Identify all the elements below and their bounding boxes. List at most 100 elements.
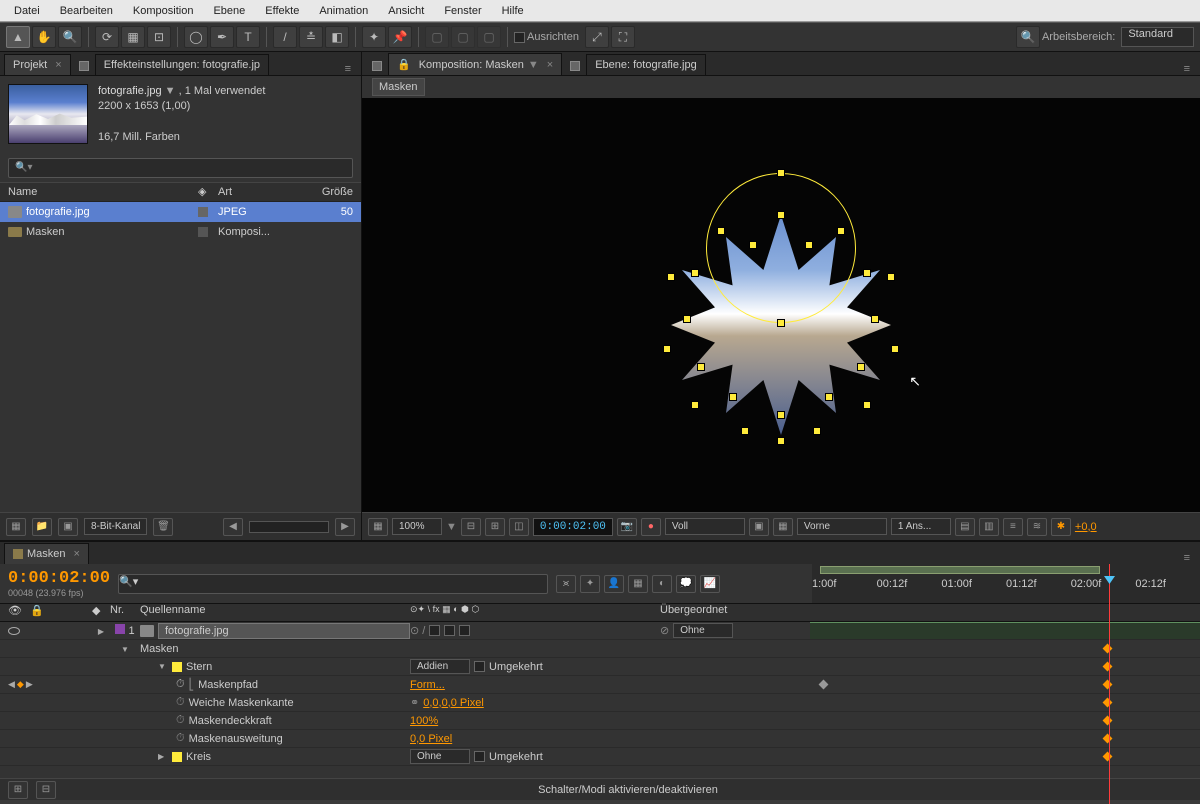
mask-vertex[interactable] — [825, 393, 833, 401]
snap2-icon[interactable]: ⛶ — [611, 26, 635, 48]
mask-vertex[interactable] — [777, 437, 785, 445]
label-icon[interactable] — [198, 227, 208, 237]
keyframe[interactable] — [819, 680, 829, 690]
work-area-bar[interactable] — [820, 566, 1100, 574]
frame-blend-icon[interactable]: ▦ — [628, 575, 648, 593]
stopwatch-icon[interactable]: ⏱ — [176, 696, 185, 709]
puppet-tool-icon[interactable]: 📌 — [388, 26, 412, 48]
resolution-select[interactable]: Voll — [665, 518, 745, 535]
playhead[interactable] — [1109, 564, 1110, 804]
twist-icon[interactable]: ▶ — [158, 752, 168, 761]
mask-vertex[interactable] — [663, 345, 671, 353]
keyframe-marker[interactable] — [1103, 734, 1113, 744]
menu-ansicht[interactable]: Ansicht — [380, 2, 432, 20]
menu-ebene[interactable]: Ebene — [205, 2, 253, 20]
mask-vertex[interactable] — [683, 315, 691, 323]
align-checkbox[interactable] — [514, 32, 525, 43]
mask-color-icon[interactable] — [172, 662, 182, 672]
keyframe-marker[interactable] — [1103, 752, 1113, 762]
shape-tool-icon[interactable]: ◯ — [184, 26, 208, 48]
property-row[interactable]: ⏱ Maskendeckkraft 100% — [0, 712, 1200, 730]
property-row[interactable]: ⏱ Maskenausweitung 0,0 Pixel — [0, 730, 1200, 748]
toggle-switches-label[interactable]: Schalter/Modi aktivieren/deaktivieren — [538, 784, 718, 796]
roto-tool-icon[interactable]: ✦ — [362, 26, 386, 48]
motion-blur-icon[interactable]: ◐ — [652, 575, 672, 593]
mask-vertex[interactable] — [813, 427, 821, 435]
folder-icon[interactable]: 📁 — [32, 518, 52, 536]
stopwatch-icon[interactable]: ⏱ — [176, 714, 185, 727]
brainstorm-icon[interactable]: 💭 — [676, 575, 696, 593]
bit-depth-select[interactable]: 8-Bit-Kanal — [84, 518, 147, 535]
transparency-icon[interactable]: ▦ — [773, 518, 793, 536]
camera-tool-icon[interactable]: ▦ — [121, 26, 145, 48]
inverted-checkbox[interactable] — [474, 661, 485, 672]
keyframe-marker[interactable] — [1103, 680, 1113, 690]
pan-behind-tool-icon[interactable]: ⊡ — [147, 26, 171, 48]
opt2-icon[interactable]: ▢ — [451, 26, 475, 48]
mask-vertex[interactable] — [863, 269, 871, 277]
layer-color-icon[interactable] — [115, 624, 125, 634]
mask-vertex[interactable] — [891, 345, 899, 353]
mask-vertex[interactable] — [717, 227, 725, 235]
res-half-icon[interactable]: ⊟ — [461, 518, 481, 536]
toggle-switches-icon[interactable]: ⊞ — [8, 781, 28, 799]
switch[interactable] — [459, 625, 470, 636]
zoom-select[interactable]: 100% — [392, 518, 442, 535]
current-time[interactable]: 0:00:02:00 — [533, 518, 613, 536]
project-search[interactable]: 🔍▾ — [8, 158, 353, 178]
exposure-value[interactable]: +0,0 — [1075, 521, 1097, 533]
list-item[interactable]: Masken Komposi... — [0, 222, 361, 242]
tab-icon[interactable] — [372, 61, 382, 71]
mask-vertex[interactable] — [777, 211, 785, 219]
mask-color-icon[interactable] — [172, 752, 182, 762]
mask-vertex[interactable] — [805, 241, 813, 249]
close-icon[interactable]: × — [74, 548, 80, 560]
col-type[interactable]: Art — [218, 186, 313, 198]
region-icon[interactable]: ▣ — [749, 518, 769, 536]
search-help-icon[interactable]: 🔍 — [1016, 26, 1040, 48]
menu-fenster[interactable]: Fenster — [436, 2, 489, 20]
time-ruler[interactable]: 1:00f 00:12f 01:00f 01:12f 02:00f 02:12f — [812, 564, 1200, 603]
keyframe-marker[interactable] — [1103, 662, 1113, 672]
timeline-icon[interactable]: ≡ — [1003, 518, 1023, 536]
comp-flow-icon[interactable]: ≋ — [1027, 518, 1047, 536]
col-size[interactable]: Größe — [313, 186, 353, 198]
mask-vertex[interactable] — [691, 401, 699, 409]
property-row[interactable]: ◀◆▶ ⏱ ⎣ Maskenpfad Form... — [0, 676, 1200, 694]
toggle-modes-icon[interactable]: ⊟ — [36, 781, 56, 799]
mask-row[interactable]: ▼Stern AddienUmgekehrt — [0, 658, 1200, 676]
mask-mode-select[interactable]: Ohne — [410, 749, 470, 764]
prop-value[interactable]: 0,0 Pixel — [410, 733, 452, 745]
clone-tool-icon[interactable]: ≛ — [299, 26, 323, 48]
comp-mini-flow-icon[interactable]: ⪤ — [556, 575, 576, 593]
prop-value[interactable]: 100% — [410, 715, 438, 727]
workspace-select[interactable]: Standard — [1121, 27, 1194, 47]
layer-row[interactable]: ▶ 1 fotografie.jpg ⊙ / ⊘Ohne — [0, 622, 1200, 640]
panel-menu-icon[interactable]: ≡ — [1178, 63, 1196, 75]
snap-icon[interactable]: ⤢ — [585, 26, 609, 48]
twist-icon[interactable]: ▼ — [120, 645, 130, 654]
mask-vertex[interactable] — [777, 319, 785, 327]
twist-icon[interactable]: ▶ — [96, 627, 106, 636]
composition-viewport[interactable]: ↖ — [362, 98, 1200, 512]
label-icon[interactable] — [198, 207, 208, 217]
list-item[interactable]: fotografie.jpg JPEG 50 — [0, 202, 361, 222]
text-tool-icon[interactable]: T — [236, 26, 260, 48]
menu-bearbeiten[interactable]: Bearbeiten — [52, 2, 121, 20]
mask-vertex[interactable] — [729, 393, 737, 401]
brush-tool-icon[interactable]: / — [273, 26, 297, 48]
snapshot-icon[interactable]: 📷 — [617, 518, 637, 536]
hand-tool-icon[interactable]: ✋ — [32, 26, 56, 48]
stopwatch-icon[interactable]: ⏱ — [176, 678, 185, 691]
mask-vertex[interactable] — [837, 227, 845, 235]
switch[interactable] — [429, 625, 440, 636]
tab-icon[interactable] — [570, 61, 580, 71]
layer-name-field[interactable]: fotografie.jpg — [158, 623, 410, 639]
views-select[interactable]: 1 Ans... — [891, 518, 951, 535]
keyframe-marker[interactable] — [1103, 644, 1113, 654]
draft3d-icon[interactable]: ✦ — [580, 575, 600, 593]
mask-vertex[interactable] — [887, 273, 895, 281]
switch[interactable] — [444, 625, 455, 636]
interpret-icon[interactable]: ▦ — [6, 518, 26, 536]
menu-komposition[interactable]: Komposition — [125, 2, 202, 20]
